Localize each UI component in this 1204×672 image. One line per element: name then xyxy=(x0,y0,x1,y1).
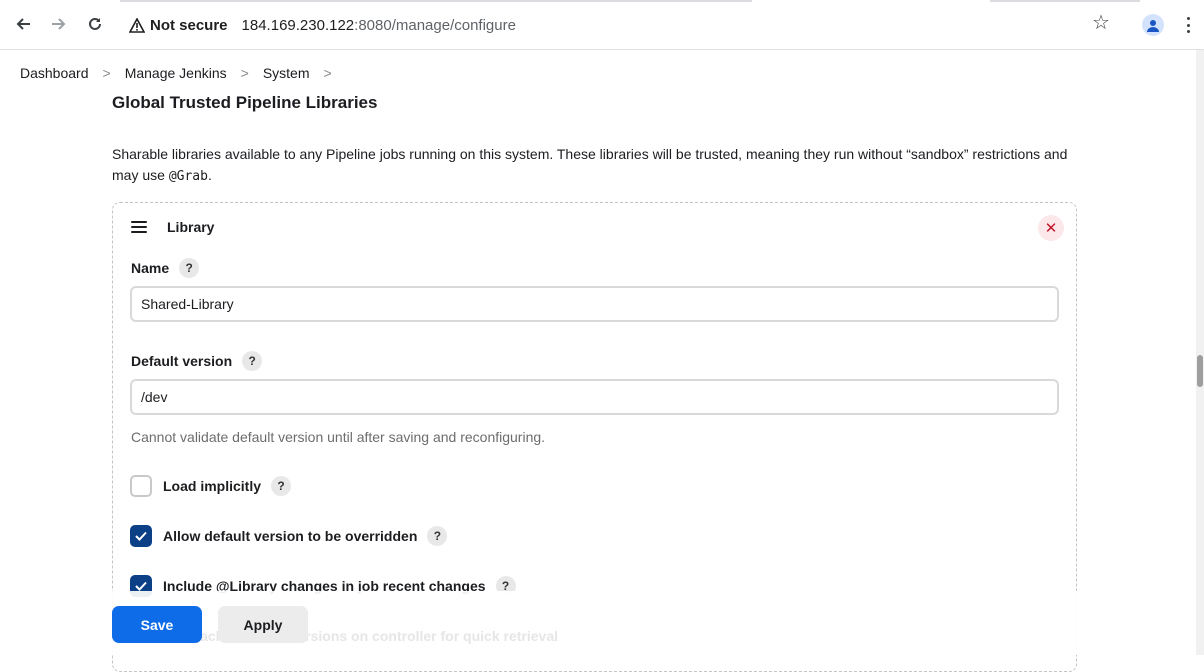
save-button[interactable]: Save xyxy=(112,606,202,643)
back-arrow-icon[interactable] xyxy=(11,12,35,36)
allow-override-checkbox[interactable] xyxy=(130,525,152,547)
security-indicator[interactable]: Not secure xyxy=(129,17,228,34)
name-label: Name ? xyxy=(131,258,200,278)
warning-triangle-icon xyxy=(129,17,145,33)
not-secure-label: Not secure xyxy=(150,16,228,34)
scrollbar-thumb[interactable] xyxy=(1197,355,1203,387)
checkmark-icon xyxy=(135,531,147,541)
help-icon[interactable]: ? xyxy=(271,476,292,496)
breadcrumb-dashboard[interactable]: Dashboard xyxy=(20,65,89,81)
delete-library-button[interactable]: ✕ xyxy=(1038,215,1064,241)
load-implicitly-label[interactable]: Load implicitly xyxy=(163,478,261,494)
library-title: Library xyxy=(167,219,215,235)
apply-button[interactable]: Apply xyxy=(218,606,308,643)
chevron-right-icon[interactable]: > xyxy=(324,65,332,81)
breadcrumb-manage-jenkins[interactable]: Manage Jenkins xyxy=(125,65,227,81)
load-implicitly-checkbox[interactable] xyxy=(130,475,152,497)
chevron-right-icon[interactable]: > xyxy=(103,65,111,81)
breadcrumb-system[interactable]: System xyxy=(263,65,310,81)
browser-toolbar: Not secure 184.169.230.122:8080/manage/c… xyxy=(0,0,1204,50)
help-icon[interactable]: ? xyxy=(242,351,263,371)
tab-strip-edge xyxy=(120,0,752,2)
page-scrollbar[interactable] xyxy=(1196,50,1204,655)
address-bar[interactable]: Not secure 184.169.230.122:8080/manage/c… xyxy=(121,7,1141,43)
help-icon[interactable]: ? xyxy=(179,258,200,278)
url-text[interactable]: 184.169.230.122:8080/manage/configure xyxy=(242,17,516,34)
breadcrumb: Dashboard > Manage Jenkins > System > xyxy=(0,50,1196,95)
default-version-hint: Cannot validate default version until af… xyxy=(131,429,546,445)
url-host: 184.169.230.122 xyxy=(241,16,355,34)
browser-menu-icon[interactable] xyxy=(1178,14,1198,36)
allow-override-label[interactable]: Allow default version to be overridden xyxy=(163,528,417,544)
bookmark-star-icon[interactable]: ☆ xyxy=(1092,13,1110,33)
allow-override-row: Allow default version to be overridden ? xyxy=(130,525,448,547)
default-version-input[interactable] xyxy=(130,379,1059,415)
section-description: Sharable libraries available to any Pipe… xyxy=(112,146,1068,184)
tab-strip-edge xyxy=(990,0,1140,2)
profile-avatar-icon[interactable] xyxy=(1142,14,1164,36)
drag-handle-icon[interactable] xyxy=(131,221,147,233)
help-icon[interactable]: ? xyxy=(427,526,448,546)
chevron-right-icon[interactable]: > xyxy=(241,65,249,81)
url-path: :8080/manage/configure xyxy=(354,16,516,34)
forward-arrow-icon[interactable] xyxy=(47,12,71,36)
section-title: Global Trusted Pipeline Libraries xyxy=(112,93,378,112)
load-implicitly-row: Load implicitly ? xyxy=(130,475,292,497)
name-input[interactable] xyxy=(130,286,1059,322)
checkmark-icon xyxy=(135,581,147,591)
default-version-label: Default version ? xyxy=(131,351,263,371)
library-header: Library xyxy=(131,219,214,235)
grab-code: @Grab xyxy=(168,169,208,184)
reload-icon[interactable] xyxy=(83,12,107,36)
